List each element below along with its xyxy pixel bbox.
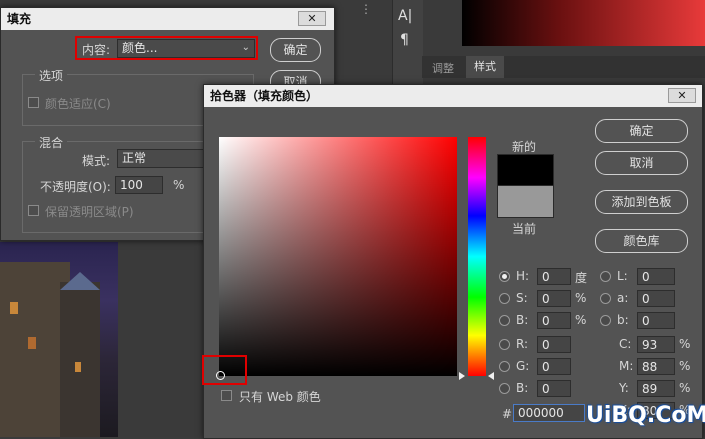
current-color-label: 当前 (512, 222, 537, 236)
cursor-highlight-box (202, 355, 247, 385)
green-label: G: (516, 359, 530, 373)
a-label: a: (617, 291, 629, 305)
green-input[interactable]: 0 (537, 358, 571, 375)
content-highlight-box (75, 36, 258, 60)
cyan-label: C: (619, 337, 632, 351)
hue-slider-right-handle[interactable] (488, 372, 494, 380)
lightness-input[interactable]: 0 (637, 268, 675, 285)
brightness-label: B: (516, 313, 529, 327)
panel-icon-1: ⋮ (360, 2, 372, 16)
color-libraries-button[interactable]: 颜色库 (595, 229, 688, 253)
fill-dialog-titlebar: 填充 (1, 8, 334, 30)
radio-lightness[interactable] (600, 271, 611, 282)
yellow-input[interactable]: 89 (637, 380, 675, 397)
opacity-unit: % (173, 178, 185, 192)
only-web-colors-label: 只有 Web 颜色 (239, 390, 321, 404)
saturation-input[interactable]: 0 (537, 290, 571, 307)
tab-styles[interactable]: 样式 (466, 56, 504, 78)
yellow-label: Y: (619, 381, 629, 395)
preserve-transparency-label: 保留透明区域(P) (45, 205, 134, 219)
radio-blue[interactable] (499, 383, 510, 394)
paragraph-tool-icon[interactable]: ¶ (400, 32, 409, 48)
new-color-swatch (497, 154, 554, 187)
options-section-label: 选项 (35, 67, 68, 84)
b-label: b: (617, 313, 629, 327)
text-tool-icon[interactable]: A| (398, 8, 412, 24)
saturation-unit: % (575, 291, 587, 305)
hex-input[interactable]: 000000 (513, 404, 585, 422)
mode-select[interactable]: 正常 (117, 149, 205, 168)
blend-section-label: 混合 (35, 134, 68, 151)
mode-select-value: 正常 (122, 151, 147, 165)
only-web-colors-checkbox[interactable] (221, 390, 232, 401)
color-picker-dialog: 拾色器（填充颜色） ✕ 新的 当前 确定 取消 添加到色板 颜色库 H: 0 度… (202, 84, 703, 439)
color-adapt-checkbox[interactable] (28, 97, 39, 108)
magenta-input[interactable]: 88 (637, 358, 675, 375)
picker-ok-button[interactable]: 确定 (595, 119, 688, 143)
picker-titlebar: 拾色器（填充颜色） (204, 85, 702, 107)
picker-title: 拾色器（填充颜色） (210, 89, 319, 103)
radio-b[interactable] (600, 315, 611, 326)
a-input[interactable]: 0 (637, 290, 675, 307)
hue-label: H: (516, 269, 530, 283)
gradient-preview (462, 0, 705, 46)
red-label: R: (516, 337, 529, 351)
hue-input[interactable]: 0 (537, 268, 571, 285)
castle-tower (60, 282, 100, 437)
hue-slider[interactable] (468, 137, 486, 376)
lightness-label: L: (617, 269, 628, 283)
add-to-swatches-button[interactable]: 添加到色板 (595, 190, 688, 214)
panel-tab-bar (422, 56, 705, 78)
radio-a[interactable] (600, 293, 611, 304)
cyan-unit: % (679, 337, 691, 351)
yellow-unit: % (679, 381, 691, 395)
opacity-input[interactable]: 100 (115, 176, 163, 194)
radio-saturation[interactable] (499, 293, 510, 304)
hue-unit: 度 (575, 271, 588, 285)
window-light (28, 337, 36, 349)
picker-cancel-button[interactable]: 取消 (595, 151, 688, 175)
red-input[interactable]: 0 (537, 336, 571, 353)
current-color-swatch[interactable] (497, 185, 554, 218)
mode-label: 模式: (82, 154, 111, 168)
window-light (10, 302, 18, 314)
radio-brightness[interactable] (499, 315, 510, 326)
brightness-input[interactable]: 0 (537, 312, 571, 329)
fill-dialog-close-button[interactable]: ✕ (298, 11, 326, 26)
cyan-input[interactable]: 93 (637, 336, 675, 353)
watermark: UiBQ.CoM (586, 403, 705, 428)
fill-dialog-title: 填充 (7, 12, 32, 26)
opacity-label: 不透明度(O): (40, 180, 111, 194)
b-input[interactable]: 0 (637, 312, 675, 329)
saturation-brightness-field[interactable] (219, 137, 457, 376)
canvas-image (0, 242, 118, 437)
castle-roof (60, 272, 100, 290)
color-adapt-label: 颜色适应(C) (45, 97, 111, 111)
radio-red[interactable] (499, 339, 510, 350)
hue-slider-left-handle[interactable] (459, 372, 465, 380)
magenta-label: M: (619, 359, 634, 373)
tab-adjust[interactable]: 调整 (432, 60, 454, 76)
radio-hue[interactable] (499, 271, 510, 282)
new-color-label: 新的 (512, 140, 537, 154)
magenta-unit: % (679, 359, 691, 373)
radio-green[interactable] (499, 361, 510, 372)
blue-label: B: (516, 381, 529, 395)
blue-input[interactable]: 0 (537, 380, 571, 397)
preserve-transparency-checkbox[interactable] (28, 205, 39, 216)
saturation-label: S: (516, 291, 528, 305)
window-light (75, 362, 81, 372)
picker-close-button[interactable]: ✕ (668, 88, 696, 103)
brightness-unit: % (575, 313, 587, 327)
fill-ok-button[interactable]: 确定 (270, 38, 321, 62)
hex-label: # (502, 407, 513, 421)
